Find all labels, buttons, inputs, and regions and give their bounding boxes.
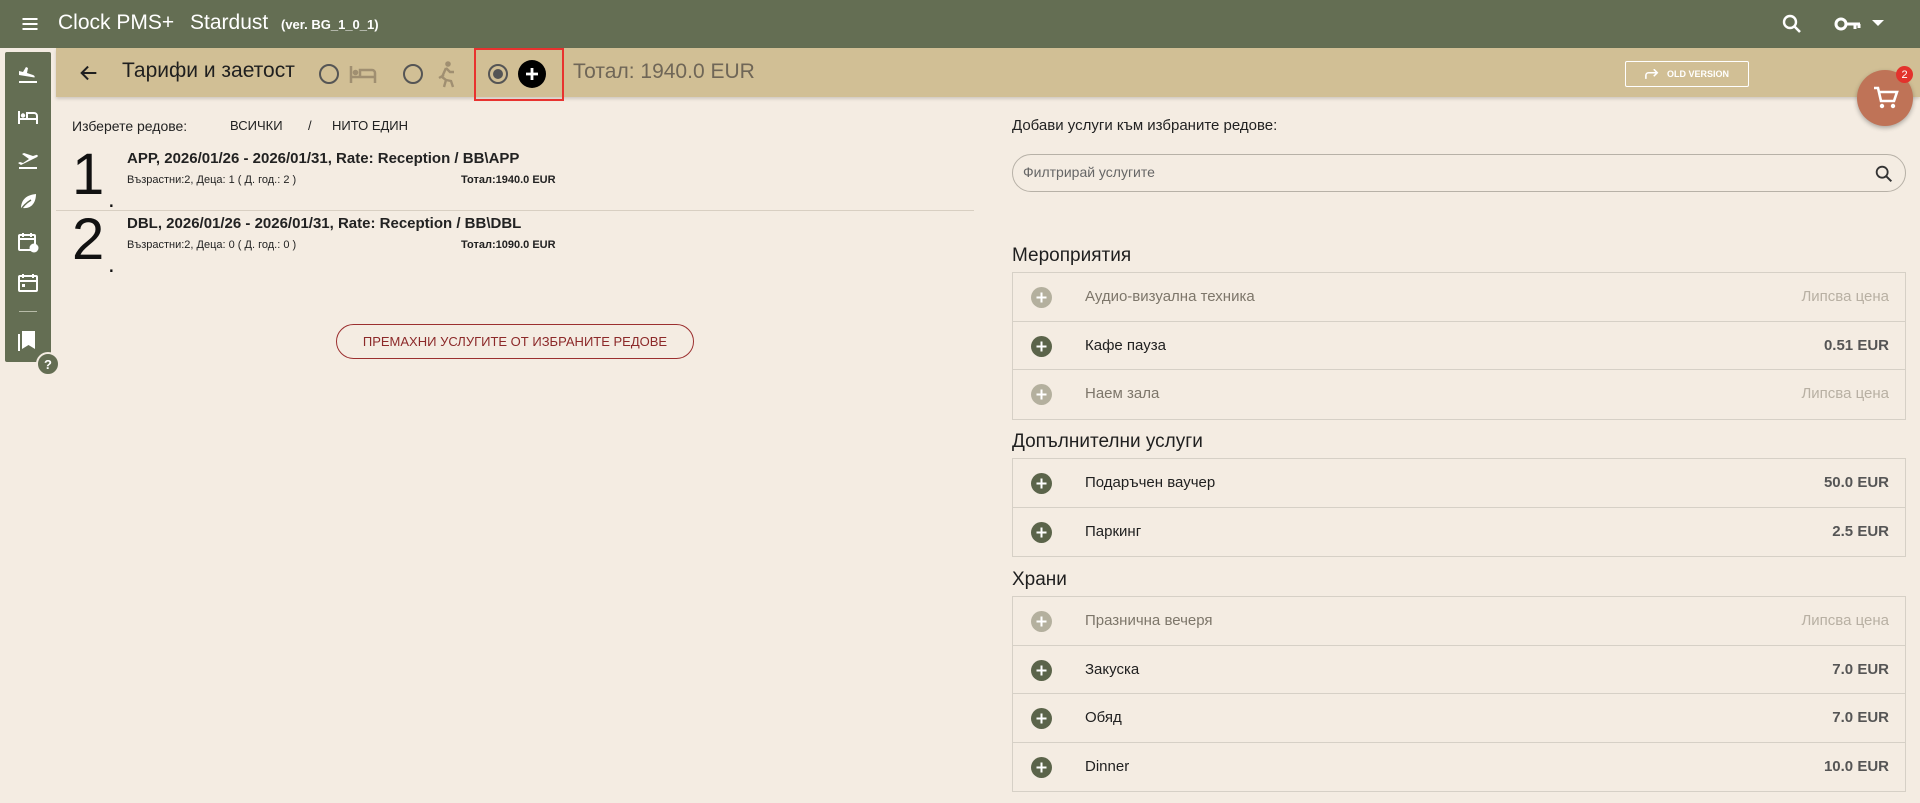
add-service-icon[interactable] — [1031, 611, 1052, 632]
service-name: Паркинг — [1085, 522, 1142, 540]
page-title: Тарифи и заетост — [122, 59, 295, 82]
service-name: Кафе пауза — [1085, 336, 1166, 354]
add-service-icon[interactable] — [1031, 384, 1052, 405]
service-price: 7.0 EUR — [1832, 709, 1889, 726]
service-item[interactable]: Кафе пауза 0.51 EUR — [1013, 322, 1905, 370]
service-name: Празнична вечеря — [1085, 612, 1213, 629]
leaf-icon[interactable] — [16, 190, 40, 214]
line-guests: Възрастни:2, Деца: 0 ( Д. год.: 0 ) — [127, 239, 297, 251]
service-item[interactable]: Паркинг 2.5 EUR — [1013, 508, 1905, 557]
service-item[interactable]: Обяд 7.0 EUR — [1013, 694, 1905, 743]
select-separator: / — [308, 118, 312, 133]
service-price: Липсва цена — [1801, 288, 1889, 305]
line-guests: Възрастни:2, Деца: 1 ( Д. год.: 2 ) — [127, 174, 297, 186]
service-price: Липсва цена — [1801, 385, 1889, 402]
search-icon[interactable] — [1780, 12, 1804, 36]
app-title: Clock PMS+ — [58, 11, 175, 34]
account-dropdown-icon[interactable] — [1872, 20, 1884, 26]
select-none-link[interactable]: НИТО ЕДИН — [332, 118, 408, 133]
old-version-label: OLD VERSION — [1666, 69, 1729, 79]
rooms-icon[interactable] — [16, 105, 40, 129]
service-item[interactable]: Наем зала Липсва цена — [1013, 370, 1905, 419]
service-item[interactable]: Подаръчен ваучер 50.0 EUR — [1013, 459, 1905, 508]
service-group-list: Празнична вечеря Липсва цена Закуска 7.0… — [1012, 596, 1906, 792]
line-title: DBL, 2026/01/26 - 2026/01/31, Rate: Rece… — [127, 215, 522, 232]
toolbar-divider — [19, 311, 37, 312]
help-icon[interactable]: ? — [36, 352, 60, 376]
service-item[interactable]: Dinner 10.0 EUR — [1013, 743, 1905, 792]
page-header-bar: Тарифи и заетост Тотал: 1940.0 EUR OLD V… — [56, 48, 1920, 101]
service-group-list: Аудио-визуална техника Липсва цена Кафе … — [1012, 272, 1906, 420]
select-rows-label: Изберете редове: — [72, 118, 188, 134]
line-number-dot: . — [108, 186, 115, 213]
service-name: Наем зала — [1085, 385, 1160, 402]
service-price: 0.51 EUR — [1823, 336, 1889, 354]
add-service-icon[interactable] — [1031, 473, 1052, 494]
service-price: Липсва цена — [1801, 612, 1889, 629]
service-group-title: Мероприятия — [1012, 245, 1132, 266]
app-version: (ver. BG_1_0_1) — [281, 17, 379, 32]
bookmarks-icon[interactable] — [16, 328, 40, 352]
svg-text:?: ? — [44, 357, 52, 372]
search-icon[interactable] — [1873, 163, 1895, 185]
arrivals-icon[interactable] — [16, 62, 40, 86]
line-number: 2 — [72, 207, 105, 272]
header-total: Тотал: 1940.0 EUR — [573, 60, 755, 83]
reservation-line[interactable]: 2 . DBL, 2026/01/26 - 2026/01/31, Rate: … — [56, 207, 974, 279]
service-price: 10.0 EUR — [1823, 757, 1889, 775]
departures-icon[interactable] — [16, 148, 40, 172]
service-price: 7.0 EUR — [1832, 660, 1889, 678]
reservation-line[interactable]: 1 . APP, 2026/01/26 - 2026/01/31, Rate: … — [56, 142, 974, 213]
line-total: Тотал:1090.0 EUR — [461, 239, 556, 251]
add-service-icon[interactable] — [1031, 521, 1052, 543]
services-header: Добави услуги към избраните редове: — [1012, 117, 1278, 134]
key-icon[interactable] — [1834, 12, 1862, 36]
add-service-icon[interactable] — [1031, 287, 1052, 308]
services-filter[interactable] — [1012, 154, 1906, 192]
service-item[interactable]: Закуска 7.0 EUR — [1013, 646, 1905, 694]
service-item[interactable]: Празнична вечеря Липсва цена — [1013, 597, 1905, 646]
bed-icon[interactable] — [348, 60, 378, 88]
service-name: Аудио-визуална техника — [1085, 288, 1255, 305]
service-name: Обяд — [1085, 709, 1122, 726]
service-group-list: Подаръчен ваучер 50.0 EUR Паркинг 2.5 EU… — [1012, 458, 1906, 557]
select-all-link[interactable]: ВСИЧКИ — [230, 118, 283, 133]
service-name: Dinner — [1085, 757, 1130, 775]
hotel-name: Stardust — [190, 11, 269, 34]
left-toolbar — [5, 52, 51, 362]
cart-count-badge: 2 — [1896, 66, 1913, 83]
line-number-dot: . — [108, 251, 115, 278]
add-service-icon[interactable] — [1031, 756, 1052, 778]
old-version-button[interactable]: OLD VERSION — [1625, 61, 1749, 87]
calendar-icon[interactable] — [16, 271, 40, 295]
service-item[interactable]: Аудио-визуална техника Липсва цена — [1013, 273, 1905, 322]
service-group-title: Допълнителни услуги — [1012, 431, 1203, 452]
step-guests-radio[interactable] — [403, 64, 423, 84]
line-title: APP, 2026/01/26 - 2026/01/31, Rate: Rece… — [127, 150, 520, 167]
add-service-icon[interactable] — [1031, 659, 1052, 681]
redo-arrow-icon — [1645, 68, 1659, 79]
step-rooms-radio[interactable] — [319, 64, 339, 84]
service-price: 50.0 EUR — [1823, 474, 1889, 491]
walking-person-icon[interactable] — [431, 60, 461, 88]
back-arrow-icon[interactable] — [78, 62, 100, 84]
add-services-icon[interactable] — [518, 60, 546, 88]
top-app-bar: Clock PMS+ Stardust (ver. BG_1_0_1) — [0, 0, 1920, 48]
hamburger-menu-icon[interactable] — [20, 14, 40, 34]
line-total: Тотал:1940.0 EUR — [461, 174, 556, 186]
remove-services-button[interactable]: ПРЕМАХНИ УСЛУГИТЕ ОТ ИЗБРАНИТЕ РЕДОВЕ — [336, 324, 694, 359]
add-service-icon[interactable] — [1031, 335, 1052, 357]
step-services-radio[interactable] — [488, 64, 508, 84]
service-group-title: Храни — [1012, 569, 1067, 590]
add-service-icon[interactable] — [1031, 708, 1052, 729]
service-name: Подаръчен ваучер — [1085, 474, 1216, 491]
service-name: Закуска — [1085, 660, 1140, 678]
service-price: 2.5 EUR — [1832, 522, 1889, 540]
line-number: 1 — [72, 142, 105, 207]
calendar-clock-icon[interactable] — [16, 230, 40, 254]
services-filter-input[interactable] — [1023, 164, 1823, 180]
